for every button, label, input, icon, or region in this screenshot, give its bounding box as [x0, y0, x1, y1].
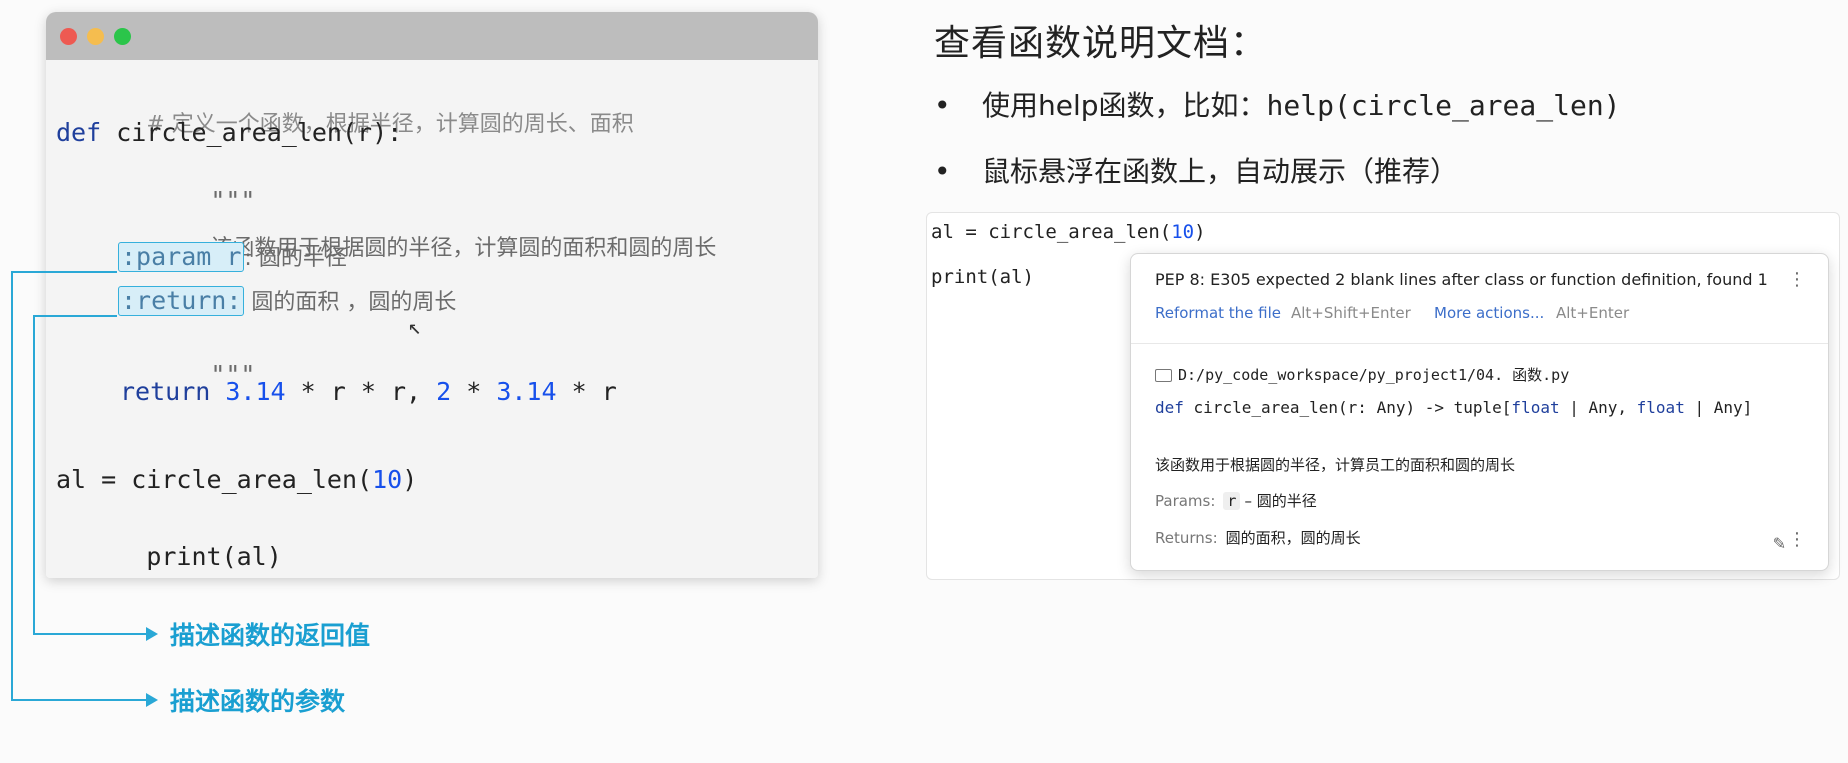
- mouse-cursor-icon: ↖: [408, 315, 422, 340]
- reformat-file-link[interactable]: Reformat the file: [1155, 304, 1281, 322]
- code-line-param: :param r: 圆的半径: [118, 240, 347, 276]
- sig-part: | Any,: [1559, 398, 1637, 417]
- code-line-call: al = circle_area_len(10): [56, 463, 417, 497]
- call-prefix: al = circle_area_len(: [56, 465, 373, 494]
- sig-type-float: float: [1636, 398, 1685, 417]
- return-expr-part: * r * r,: [285, 377, 437, 406]
- param-tag-highlight: :param r: [118, 242, 245, 272]
- param-description: : 圆的半径: [244, 246, 347, 271]
- edit-pencil-icon[interactable]: ✎: [1773, 534, 1786, 553]
- call-suffix: ): [402, 465, 418, 494]
- code-line-print: print(al): [56, 506, 282, 578]
- more-actions-shortcut: Alt+Enter: [1556, 304, 1630, 322]
- number-literal: 3.14: [496, 377, 557, 406]
- ide-code-line-print: print(al): [931, 266, 1034, 288]
- pep8-warning-message: PEP 8: E305 expected 2 blank lines after…: [1155, 270, 1768, 289]
- return-annotation-line-h1: [33, 315, 117, 317]
- params-label: Params:: [1155, 492, 1216, 510]
- bullet-help: • 使用help函数，比如：help(circle_area_len): [934, 84, 1621, 124]
- editor-titlebar: [46, 12, 818, 60]
- sig-type-float: float: [1511, 398, 1560, 417]
- documentation-section: D:/py_code_workspace/py_project1/04. 函数.…: [1131, 344, 1828, 570]
- return-expr-part: *: [451, 377, 497, 406]
- param-name-chip: r: [1223, 492, 1241, 510]
- code-line-return-doc: :return: 圆的面积 ，圆的周长: [118, 284, 456, 320]
- number-literal: 2: [436, 377, 452, 406]
- code-line-return: return 3.14 * r * r, 2 * 3.14 * r: [120, 375, 617, 409]
- more-options-icon[interactable]: ⋮: [1788, 271, 1806, 289]
- return-annotation-label: 描述函数的返回值: [170, 621, 371, 650]
- bullet-hover-text: 鼠标悬浮在函数上，自动展示（推荐）: [982, 155, 1459, 188]
- bullet-mark: •: [934, 89, 951, 122]
- sig-def-keyword: def: [1155, 398, 1184, 417]
- sig-name: circle_area_len(r: Any) -> tuple[: [1183, 398, 1512, 417]
- code-line-def: def circle_area_len(r):: [56, 116, 402, 150]
- minimize-window-icon[interactable]: [87, 27, 104, 45]
- quick-documentation-popup[interactable]: PEP 8: E305 expected 2 blank lines after…: [1130, 253, 1829, 571]
- code-area[interactable]: # 定义一个函数，根据半径，计算圆的周长、面积 def circle_area_…: [46, 60, 818, 578]
- bullet-mark: •: [934, 155, 951, 188]
- return-annotation-line-h2: [33, 633, 149, 635]
- param-annotation-line-v: [11, 271, 13, 700]
- inspection-section: PEP 8: E305 expected 2 blank lines after…: [1131, 254, 1828, 344]
- return-arrow-head-icon: [146, 627, 158, 641]
- param-annotation-line-h2: [11, 699, 149, 701]
- param-arrow-head-icon: [146, 693, 158, 707]
- ide-call-prefix: al = circle_area_len(: [931, 221, 1172, 243]
- print-statement: print(al): [146, 542, 282, 571]
- number-literal: 3.14: [225, 377, 286, 406]
- doc-params-row: Params: r – 圆的半径: [1155, 490, 1317, 511]
- return-description: 圆的面积 ，圆的周长: [244, 290, 457, 315]
- sig-part: | Any]: [1684, 398, 1753, 417]
- page-heading: 查看函数说明文档：: [934, 23, 1268, 64]
- more-actions-link[interactable]: More actions...: [1434, 304, 1544, 322]
- param-annotation-line-h1: [11, 271, 117, 273]
- function-signature-doc: def circle_area_len(r: Any) -> tuple[flo…: [1155, 398, 1752, 417]
- bullet-help-text: 使用help函数，比如：: [982, 89, 1267, 122]
- param-annotation-label: 描述函数的参数: [170, 687, 346, 716]
- reformat-shortcut: Alt+Shift+Enter: [1291, 304, 1411, 322]
- return-expr-part: * r: [556, 377, 617, 406]
- ide-call-argument: 10: [1171, 221, 1195, 243]
- ide-code-line-call: al = circle_area_len(10): [931, 221, 1206, 243]
- call-argument: 10: [372, 465, 403, 494]
- returns-label: Returns:: [1155, 529, 1218, 547]
- function-signature: circle_area_len(r):: [101, 118, 403, 147]
- return-tag-highlight: :return:: [118, 286, 245, 316]
- param-doc-description: – 圆的半径: [1244, 492, 1317, 510]
- code-editor-window: # 定义一个函数，根据半径，计算圆的周长、面积 def circle_area_…: [46, 12, 818, 578]
- return-keyword: return: [120, 377, 211, 406]
- close-window-icon[interactable]: [60, 27, 77, 45]
- bullet-hover: • 鼠标悬浮在函数上，自动展示（推荐）: [934, 150, 1458, 190]
- file-path-text[interactable]: D:/py_code_workspace/py_project1/04. 函数.…: [1178, 364, 1569, 385]
- maximize-window-icon[interactable]: [114, 27, 131, 45]
- ide-call-suffix: ): [1194, 221, 1206, 243]
- doc-more-options-icon[interactable]: ⋮: [1788, 531, 1806, 549]
- bullet-help-code: help(circle_area_len): [1266, 89, 1621, 122]
- doc-returns-row: Returns: 圆的面积，圆的周长: [1155, 527, 1361, 548]
- folder-icon: [1155, 369, 1172, 382]
- def-keyword: def: [56, 118, 102, 147]
- file-path-row: D:/py_code_workspace/py_project1/04. 函数.…: [1155, 364, 1569, 385]
- doc-description: 该函数用于根据圆的半径，计算员工的面积和圆的周长: [1155, 456, 1516, 474]
- returns-doc-description: 圆的面积，圆的周长: [1225, 529, 1361, 547]
- return-annotation-line-v: [33, 315, 35, 634]
